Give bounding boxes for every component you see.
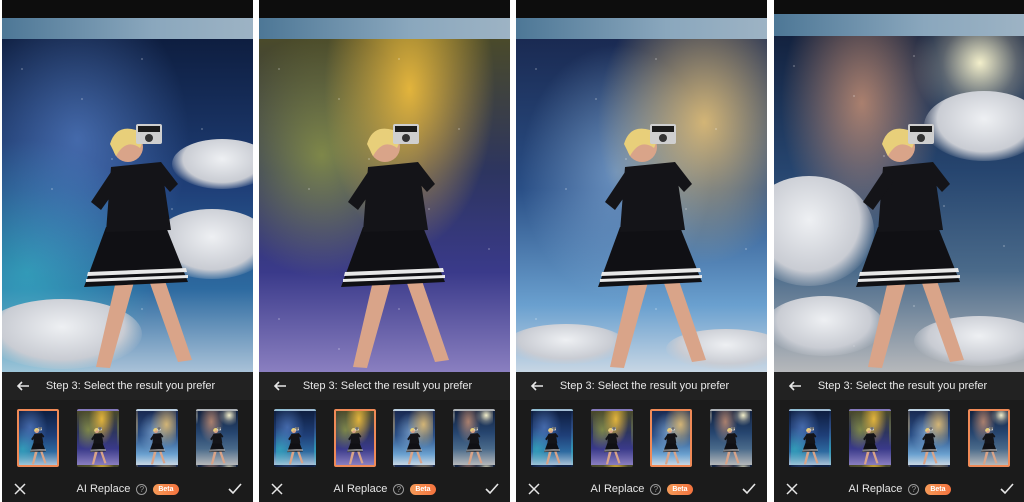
result-thumbnails [259,400,510,476]
arrow-left-icon[interactable] [269,375,291,397]
thumbnail-result-2[interactable] [591,409,633,467]
status-bar [259,0,510,18]
arrow-left-icon[interactable] [12,375,34,397]
beta-badge: Beta [667,483,693,495]
subject-figure [580,122,720,372]
top-strip [516,18,767,39]
thumbnail-result-1[interactable] [16,409,59,467]
arrow-left-icon[interactable] [526,375,548,397]
result-thumbnails [774,400,1024,476]
check-icon[interactable] [482,479,502,499]
step-title: Step 3: Select the result you prefer [559,380,730,392]
beta-badge: Beta [925,483,951,495]
result-thumbnails [516,400,767,476]
beta-badge: Beta [153,483,179,495]
bottom-toolbar: AI Replace ? Beta [774,476,1024,502]
preview-image [259,39,510,372]
thumbnail-result-2[interactable] [333,409,376,467]
top-strip [259,18,510,39]
status-bar [516,0,767,18]
subject-figure [66,122,206,372]
preview-image [774,36,1024,372]
beta-badge: Beta [410,483,436,495]
thumbnail-result-1[interactable] [274,409,316,467]
step-title: Step 3: Select the result you prefer [817,380,988,392]
thumbnail-result-2[interactable] [77,409,119,467]
preview-image [516,39,767,372]
question-circle-icon[interactable]: ? [908,483,920,495]
feature-label: AI Replace [848,483,903,495]
thumbnail-result-4[interactable] [196,409,238,467]
screen-result-3: Step 3: Select the result you prefer AI … [516,0,767,502]
step-title: Step 3: Select the result you prefer [45,380,216,392]
question-circle-icon[interactable]: ? [136,483,148,495]
screen-result-1: Step 3: Select the result you prefer AI … [2,0,253,502]
thumbnail-result-4[interactable] [453,409,495,467]
feature-label: AI Replace [590,483,645,495]
preview-image [2,39,253,372]
screen-result-2: Step 3: Select the result you prefer AI … [259,0,510,502]
top-strip [774,14,1024,36]
question-circle-icon[interactable]: ? [650,483,662,495]
thumbnail-result-3[interactable] [908,409,950,467]
thumbnail-result-3[interactable] [650,409,693,467]
close-icon[interactable] [267,479,287,499]
thumbnail-result-1[interactable] [789,409,831,467]
step-header: Step 3: Select the result you prefer [2,372,253,400]
status-bar [2,0,253,18]
arrow-left-icon[interactable] [784,375,806,397]
close-icon[interactable] [782,479,802,499]
result-thumbnails [2,400,253,476]
thumbnail-result-2[interactable] [849,409,891,467]
status-bar [774,0,1024,14]
check-icon[interactable] [225,479,245,499]
check-icon[interactable] [997,479,1017,499]
step-header: Step 3: Select the result you prefer [259,372,510,400]
step-title: Step 3: Select the result you prefer [302,380,473,392]
subject-figure [323,122,463,372]
screen-result-4: Step 3: Select the result you prefer AI … [774,0,1024,502]
thumbnail-result-4[interactable] [968,409,1011,467]
subject-figure [838,122,978,372]
thumbnail-result-3[interactable] [136,409,178,467]
feature-label: AI Replace [76,483,131,495]
thumbnail-result-4[interactable] [710,409,752,467]
step-header: Step 3: Select the result you prefer [516,372,767,400]
thumbnail-result-1[interactable] [531,409,573,467]
bottom-toolbar: AI Replace ? Beta [516,476,767,502]
bottom-toolbar: AI Replace ? Beta [259,476,510,502]
step-header: Step 3: Select the result you prefer [774,372,1024,400]
close-icon[interactable] [10,479,30,499]
check-icon[interactable] [739,479,759,499]
question-circle-icon[interactable]: ? [393,483,405,495]
feature-label: AI Replace [333,483,388,495]
bottom-toolbar: AI Replace ? Beta [2,476,253,502]
top-strip [2,18,253,39]
close-icon[interactable] [524,479,544,499]
thumbnail-result-3[interactable] [393,409,435,467]
